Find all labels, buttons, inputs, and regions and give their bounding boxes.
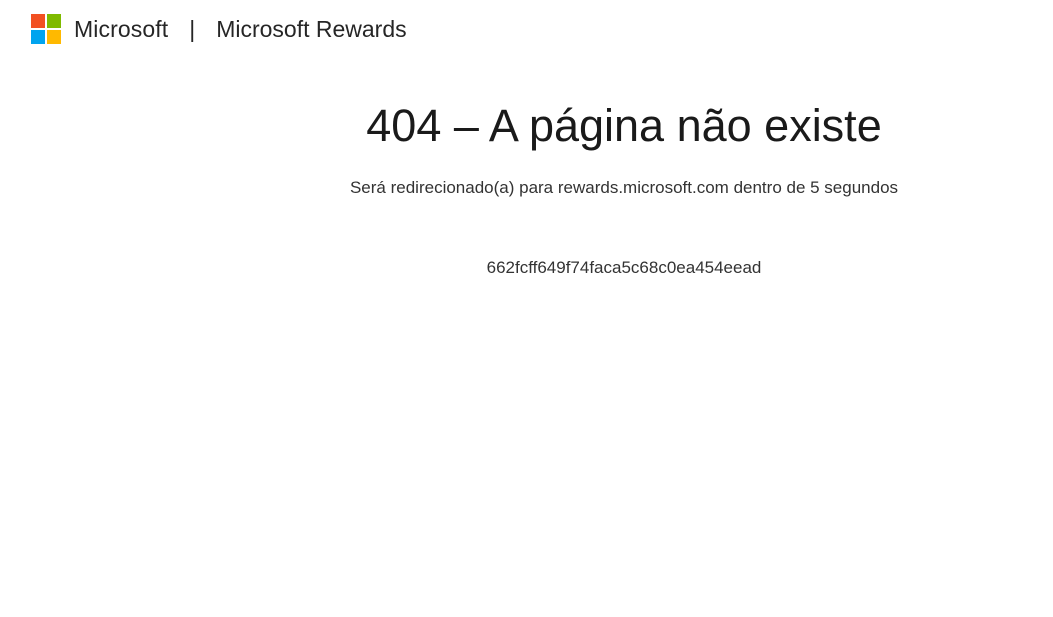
logo-square-yellow xyxy=(47,30,61,44)
brand-name-link[interactable]: Microsoft xyxy=(74,16,168,43)
page-title: 404 – A página não existe xyxy=(366,100,882,151)
microsoft-logo-icon[interactable] xyxy=(31,14,61,44)
header-divider: | xyxy=(189,15,196,42)
error-id: 662fcff649f74faca5c68c0ea454eead xyxy=(486,258,762,277)
logo-square-red xyxy=(31,14,45,28)
logo-square-green xyxy=(47,14,61,28)
redirect-message: Será redirecionado(a) para rewards.micro… xyxy=(349,178,899,197)
product-name-link[interactable]: Microsoft Rewards xyxy=(216,16,406,43)
logo-square-blue xyxy=(31,30,45,44)
site-header: Microsoft | Microsoft Rewards xyxy=(31,13,407,45)
error-content: 404 – A página não existe Será redirecio… xyxy=(224,96,1024,280)
